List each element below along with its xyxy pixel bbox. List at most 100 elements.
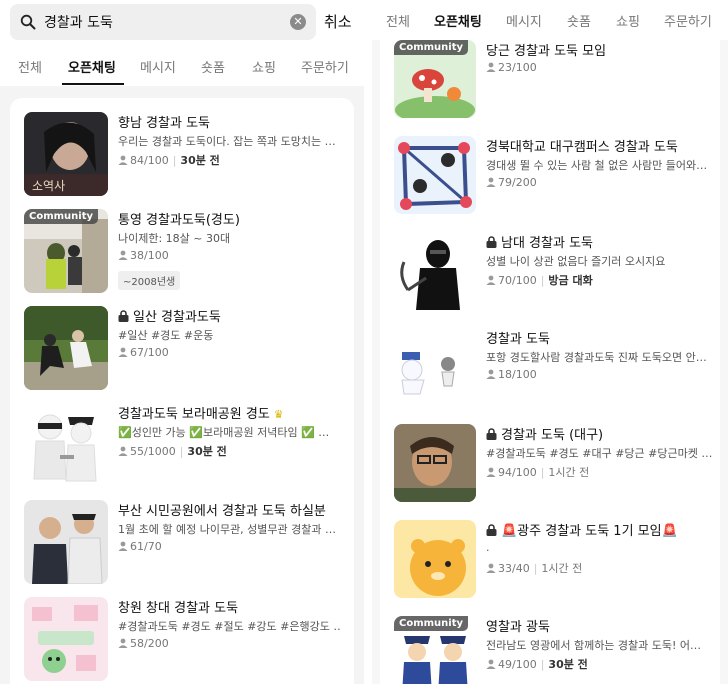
left-results-list: 소역사 향남 경찰과 도둑 우리는 경찰과 도둑이다. 잡는 쪽과 도망치는 …… [10,98,354,684]
chatroom-title-text: 남대 경찰과 도둑 [501,236,593,249]
chatroom-description: ✅성인만 가능 ✅보라매공원 저녁타임 ✅ … [118,426,330,439]
tab-order[interactable]: 주문하기 [664,11,712,30]
list-item[interactable]: Community 영찰과 광둑 전라남도 영광에서 함께하는 경찰과 도둑! … [394,616,714,684]
chatroom-meta: 18/100 [486,368,714,383]
list-item[interactable]: 일산 경찰과도둑 #일산 #경도 #운동 67/100 [24,306,354,392]
chatroom-meta: 58/200 [118,637,340,652]
crown-icon: ♛ [273,408,284,420]
list-item-info: 남대 경찰과 도둑 성별 나이 상관 없음다 즐기러 오시지요 70/100 | 방… [486,232,714,287]
member-count: 23/100 [498,61,537,74]
person-icon [486,275,496,285]
last-activity: 30분 전 [180,154,220,167]
lock-icon [486,236,497,248]
chatroom-description: 전라남도 영광에서 함께하는 경찰과 도둑! 어… [486,639,702,652]
community-badge: Community [394,616,469,631]
list-item[interactable]: 창원 창대 경찰과 도둑 #경찰과도둑 #경도 #절도 #강도 #은행강도 … … [24,597,354,683]
person-icon [118,446,128,456]
meta-divider: | [540,274,545,287]
chatroom-description: 나이제한: 18살 ~ 30대 [118,232,231,245]
chatroom-meta: 38/100 [118,249,340,264]
chatroom-thumbnail [394,136,476,214]
person-icon [118,347,128,357]
list-item[interactable]: 🚨광주 경찰과 도둑 1기 모임🚨 . 33/40 | 1시간 전 [394,520,714,606]
tab-shortform[interactable]: 숏폼 [567,11,591,30]
list-item[interactable]: 경찰과도둑 보라매공원 경도 ♛ ✅성인만 가능 ✅보라매공원 저녁타임 ✅ … … [24,403,354,489]
member-count: 61/70 [130,540,162,553]
tab-shortform[interactable]: 숏폼 [201,57,225,76]
tab-openchat[interactable]: 오픈채팅 [68,57,116,76]
chatroom-thumbnail [394,520,476,598]
member-count: 58/200 [130,637,169,650]
list-item[interactable]: Community 당근 경찰과 도둑 모임 23/100 [394,40,714,126]
list-item-info: 당근 경찰과 도둑 모임 23/100 [486,40,714,76]
list-item[interactable]: 남대 경찰과 도둑 성별 나이 상관 없음다 즐기러 오시지요 70/100 | 방… [394,232,714,318]
chatroom-thumbnail [394,232,476,310]
chatroom-thumbnail: Community [394,40,476,118]
member-count: 33/40 [498,562,530,575]
person-icon [486,467,496,477]
tab-openchat[interactable]: 오픈채팅 [434,11,482,30]
list-item[interactable]: 경찰과 도둑 포항 경도할사람 경찰과도둑 진짜 도둑오면 안… 18/100 [394,328,714,414]
chatroom-description: 우리는 경찰과 도둑이다. 잡는 쪽과 도망치는 … [118,135,336,148]
person-icon [118,155,128,165]
list-item-info: 부산 시민공원에서 경찰과 도둑 하실분 1월 초에 할 예정 나이무관, 성별… [118,500,340,555]
chatroom-meta: 67/100 [118,346,340,361]
list-item[interactable]: 소역사 향남 경찰과 도둑 우리는 경찰과 도둑이다. 잡는 쪽과 도망치는 …… [24,112,354,198]
chatroom-description: 성별 나이 상관 없음다 즐기러 오시지요 [486,255,666,268]
list-item[interactable]: 경북대학교 대구캠퍼스 경찰과 도둑 경대생 뛸 수 있는 사람 철 없은 사람… [394,136,714,222]
lock-icon [486,428,497,440]
tab-messages[interactable]: 메시지 [506,11,542,30]
chatroom-title: 일산 경찰과도둑 [118,306,340,323]
tab-shopping[interactable]: 쇼핑 [616,11,640,30]
list-item[interactable]: 부산 시민공원에서 경찰과 도둑 하실분 1월 초에 할 예정 나이무관, 성별… [24,500,354,586]
chatroom-thumbnail [394,328,476,406]
tab-order[interactable]: 주문하기 [301,57,349,76]
chatroom-title: 창원 창대 경찰과 도둑 [118,601,239,614]
last-activity: 30분 전 [187,445,227,458]
tab-all[interactable]: 전체 [386,11,410,30]
tab-messages[interactable]: 메시지 [140,57,176,76]
list-item-info: 영찰과 광둑 전라남도 영광에서 함께하는 경찰과 도둑! 어… 49/100 |… [486,616,714,671]
left-tab-bar: 전체 오픈채팅 메시지 숏폼 쇼핑 주문하기 [0,46,364,86]
person-icon [118,250,128,260]
person-icon [486,659,496,669]
chatroom-title: 경찰과 도둑 [486,332,550,345]
chatroom-description: #경찰과도둑 #경도 #절도 #강도 #은행강도 … [118,620,340,633]
chatroom-title: 경찰과 도둑 (대구) [486,424,714,441]
last-activity: 1시간 전 [548,466,590,479]
member-count: 18/100 [498,368,537,381]
chatroom-description: #일산 #경도 #운동 [118,329,214,342]
member-count: 38/100 [130,249,169,262]
clear-icon[interactable]: ✕ [290,14,306,30]
tab-shopping[interactable]: 쇼핑 [252,57,276,76]
search-input[interactable]: 경찰과 도둑 ✕ [10,4,316,40]
chatroom-meta: 49/100 | 30분 전 [486,656,714,671]
search-query: 경찰과 도둑 [44,15,113,31]
chatroom-title-text: 일산 경찰과도둑 [133,310,221,323]
chatroom-thumbnail [24,597,108,681]
last-activity: 방금 대화 [548,274,593,287]
member-count: 94/100 [498,466,537,479]
chatroom-description: 포항 경도할사람 경찰과도둑 진짜 도둑오면 안… [486,351,707,364]
list-item-info: 경북대학교 대구캠퍼스 경찰과 도둑 경대생 뛸 수 있는 사람 철 없은 사람… [486,136,714,191]
person-icon [486,177,496,187]
meta-divider: | [533,562,538,575]
chatroom-meta: 55/1000 | 30분 전 [118,443,340,458]
panel-divider [364,0,372,684]
chatroom-thumbnail [24,306,108,390]
tab-all[interactable]: 전체 [18,57,42,76]
chatroom-title-text: 🚨광주 경찰과 도둑 1기 모임🚨 [501,524,678,537]
list-item[interactable]: Community 통영 경찰과도둑(경도) 나이제한: 18살 ~ 30대 3… [24,209,354,295]
list-item[interactable]: 경찰과 도둑 (대구) #경찰과도둑 #경도 #대구 #당근 #당근마켓 … 9… [394,424,714,510]
chatroom-description: 1월 초에 할 예정 나이무관, 성별무관 경찰과 … [118,523,337,536]
chatroom-meta: 79/200 [486,176,714,191]
active-tab-indicator [62,83,124,85]
list-item-info: 창원 창대 경찰과 도둑 #경찰과도둑 #경도 #절도 #강도 #은행강도 … … [118,597,340,652]
person-icon [486,369,496,379]
last-activity: 30분 전 [548,658,588,671]
chatroom-description: #경찰과도둑 #경도 #대구 #당근 #당근마켓 … [486,447,713,460]
meta-divider: | [540,466,545,479]
chatroom-title: 당근 경찰과 도둑 모임 [486,44,607,57]
cancel-button[interactable]: 취소 [324,11,352,32]
last-activity: 1시간 전 [541,562,583,575]
